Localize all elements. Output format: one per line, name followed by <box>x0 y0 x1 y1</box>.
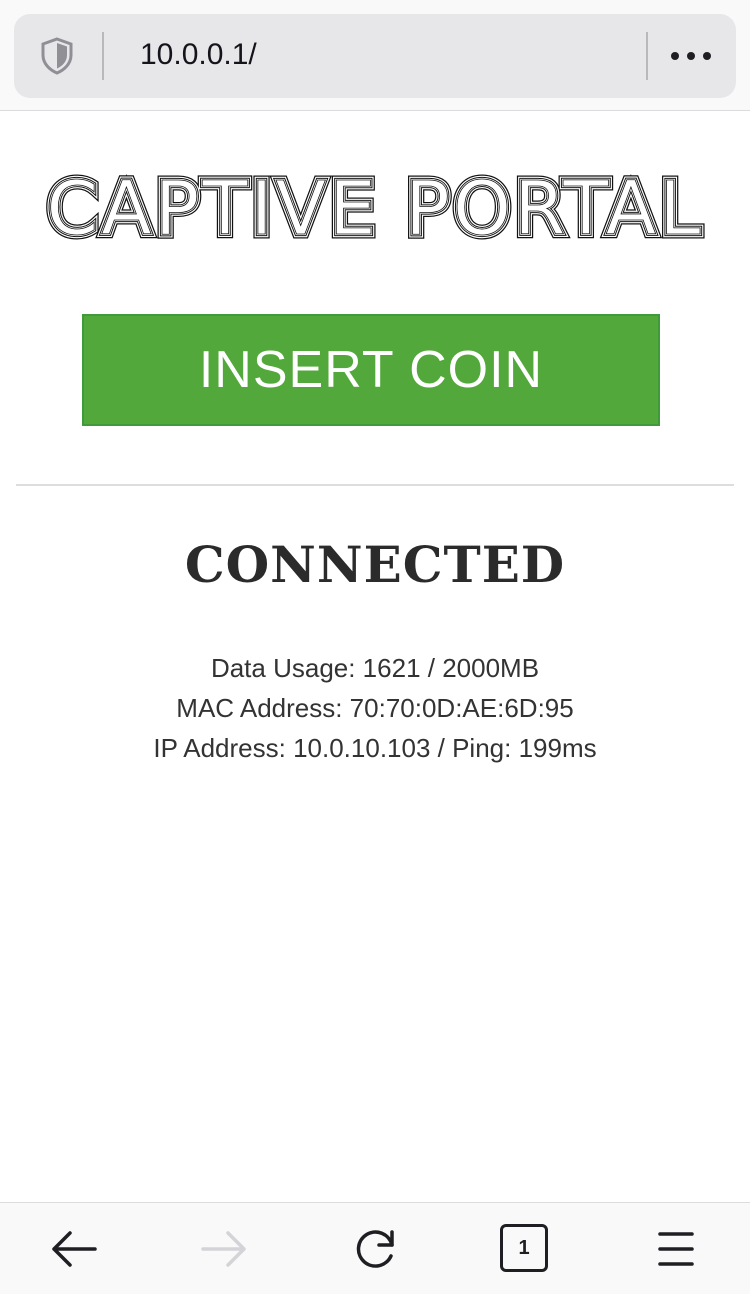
url-bar-separator <box>646 32 648 80</box>
svg-text:CAPTIVE PORTAL: CAPTIVE PORTAL <box>46 166 703 252</box>
more-icon[interactable] <box>668 38 714 74</box>
shield-icon[interactable] <box>40 37 74 75</box>
divider <box>16 484 734 486</box>
connection-status: CONNECTED <box>184 535 566 594</box>
data-usage-text: Data Usage: 1621 / 2000MB <box>210 653 540 683</box>
url-bar-separator <box>102 32 104 80</box>
forward-arrow-icon[interactable] <box>198 1223 250 1275</box>
menu-icon[interactable] <box>650 1223 702 1275</box>
browser-bottom-bar: 1 <box>0 1202 750 1294</box>
insert-coin-button[interactable]: INSERT COIN <box>82 314 660 426</box>
browser-toolbar: 10.0.0.1/ <box>0 0 750 111</box>
mac-address-text: MAC Address: 70:70:0D:AE:6D:95 <box>176 693 574 723</box>
url-bar[interactable]: 10.0.0.1/ <box>14 14 736 98</box>
tabs-icon[interactable]: 1 <box>500 1224 548 1272</box>
url-text[interactable]: 10.0.0.1/ <box>140 32 257 78</box>
ip-ping-text: IP Address: 10.0.10.103 / Ping: 199ms <box>153 733 597 763</box>
page-title: .t { font-family: "DejaVu Sans", sans-se… <box>0 166 750 252</box>
reload-icon[interactable] <box>350 1223 402 1275</box>
back-arrow-icon[interactable] <box>48 1223 100 1275</box>
connection-info: Data Usage: 1621 / 2000MB MAC Address: 7… <box>0 648 750 768</box>
